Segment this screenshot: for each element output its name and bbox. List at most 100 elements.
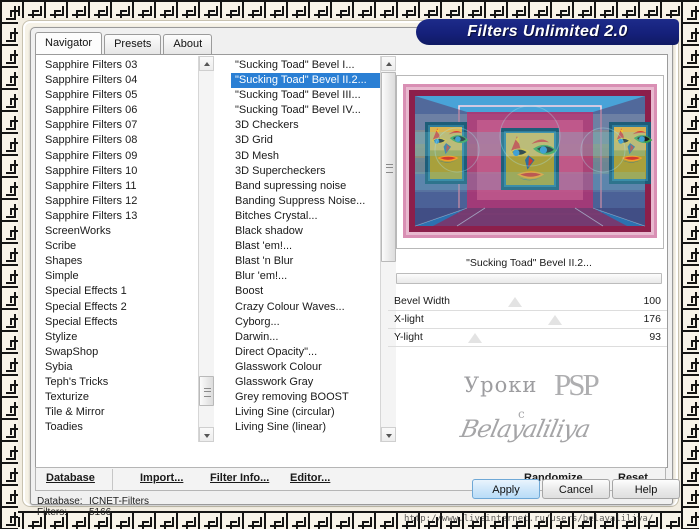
filter-list-scrollbar[interactable] bbox=[380, 56, 396, 442]
greek-key-unit bbox=[484, 0, 506, 18]
tab-presets[interactable]: Presets bbox=[104, 34, 162, 54]
category-list-item[interactable]: Simple bbox=[45, 269, 205, 284]
parameter-sliders[interactable]: Bevel Width 100 X-light 176 Y-light 93 bbox=[388, 293, 667, 347]
greek-key-unit bbox=[0, 154, 18, 176]
parameter-slider-row[interactable]: Y-light 93 bbox=[388, 329, 667, 347]
tab-about[interactable]: About bbox=[163, 34, 213, 54]
filter-list-item[interactable]: Blast 'em!... bbox=[231, 239, 381, 254]
greek-key-unit bbox=[506, 0, 528, 18]
database-button[interactable]: Database bbox=[46, 472, 95, 484]
category-list-item[interactable]: Sapphire Filters 04 bbox=[45, 73, 205, 88]
category-list-item[interactable]: Teph's Tricks bbox=[45, 375, 205, 390]
main-panel: Sapphire Filters 03 Sapphire Filters 04 Sa… bbox=[35, 55, 668, 491]
scrollbar-thumb[interactable] bbox=[397, 274, 661, 283]
scrollbar-thumb[interactable] bbox=[199, 376, 214, 406]
category-list-item[interactable]: ScreenWorks bbox=[45, 224, 205, 239]
filter-list-item[interactable]: Blast 'n Blur bbox=[231, 254, 381, 269]
filter-list-item[interactable]: Blur 'em!... bbox=[231, 269, 381, 284]
category-list-item[interactable]: Texturize bbox=[45, 390, 205, 405]
watermark-psp: PSP bbox=[554, 367, 600, 402]
category-list-item[interactable]: Sybia bbox=[45, 360, 205, 375]
category-list-item[interactable]: Sapphire Filters 06 bbox=[45, 103, 205, 118]
filter-list-item[interactable]: Direct Opacity"... bbox=[231, 345, 381, 360]
slider-handle[interactable] bbox=[508, 297, 522, 307]
filter-list-item[interactable]: Darwin... bbox=[231, 330, 381, 345]
filter-list-item[interactable]: 3D Supercheckers bbox=[231, 164, 381, 179]
filter-list-item[interactable]: Band supressing noise bbox=[231, 179, 381, 194]
filter-info-label: Filter Info... bbox=[210, 472, 270, 484]
slider-handle[interactable] bbox=[548, 315, 562, 325]
filter-list-item[interactable]: Crazy Colour Waves... bbox=[231, 300, 381, 315]
category-list-item[interactable]: Sapphire Filters 12 bbox=[45, 194, 205, 209]
category-list-item[interactable]: Sapphire Filters 09 bbox=[45, 149, 205, 164]
category-list-item[interactable]: Stylize bbox=[45, 330, 205, 345]
greek-key-unit bbox=[681, 242, 699, 264]
category-list-item[interactable]: Toadies bbox=[45, 420, 205, 435]
filter-list-item[interactable]: "Sucking Toad" Bevel IV... bbox=[231, 103, 381, 118]
scroll-down-button[interactable] bbox=[381, 427, 396, 442]
import-button[interactable]: Import... bbox=[140, 472, 183, 484]
editor-label: Editor... bbox=[290, 472, 331, 484]
filter-list-item[interactable]: Living Sine (linear) bbox=[231, 420, 381, 435]
scroll-up-button[interactable] bbox=[381, 56, 396, 71]
filter-info-button[interactable]: Filter Info... bbox=[210, 472, 269, 484]
cancel-button[interactable]: Cancel bbox=[542, 479, 610, 499]
category-list-item[interactable]: Scribe bbox=[45, 239, 205, 254]
filter-list-item[interactable]: Boost bbox=[231, 284, 381, 299]
category-list-item[interactable]: Special Effects bbox=[45, 315, 205, 330]
watermark: Уроки PSP с Belayaliliya bbox=[456, 367, 686, 468]
filter-list-item[interactable]: Black shadow bbox=[231, 224, 381, 239]
category-list-item[interactable]: Sapphire Filters 10 bbox=[45, 164, 205, 179]
filter-list-item[interactable]: 3D Mesh bbox=[231, 149, 381, 164]
filter-list-item[interactable]: "Sucking Toad" Bevel II.2... bbox=[231, 73, 381, 89]
greek-key-unit bbox=[550, 0, 572, 18]
tab-navigator[interactable]: Navigator bbox=[35, 32, 103, 54]
category-list[interactable]: Sapphire Filters 03 Sapphire Filters 04 Sa… bbox=[37, 56, 205, 444]
filter-list-item[interactable]: Living Sine (circular) bbox=[231, 405, 381, 420]
preview-artwork bbox=[397, 76, 663, 248]
help-button[interactable]: Help bbox=[612, 479, 680, 499]
filter-list-item[interactable]: 3D Checkers bbox=[231, 118, 381, 133]
scroll-up-button[interactable] bbox=[199, 56, 214, 71]
filter-list-item[interactable]: 3D Grid bbox=[231, 133, 381, 148]
greek-key-unit bbox=[330, 511, 352, 529]
greek-key-unit bbox=[638, 0, 660, 18]
filter-list-item[interactable]: Bitches Crystal... bbox=[231, 209, 381, 224]
filter-preview-image[interactable] bbox=[396, 75, 664, 249]
category-list-item[interactable]: SwapShop bbox=[45, 345, 205, 360]
scroll-down-button[interactable] bbox=[199, 427, 214, 442]
category-list-item[interactable]: Sapphire Filters 11 bbox=[45, 179, 205, 194]
category-list-item[interactable]: Special Effects 1 bbox=[45, 284, 205, 299]
filter-list-item[interactable]: Glasswork Gray bbox=[231, 375, 381, 390]
greek-key-unit bbox=[681, 418, 699, 440]
filter-list-item[interactable]: Cyborg... bbox=[231, 315, 381, 330]
greek-key-unit bbox=[308, 511, 330, 529]
filter-list-item[interactable]: "Sucking Toad" Bevel I... bbox=[231, 58, 381, 73]
scrollbar-thumb[interactable] bbox=[381, 72, 396, 262]
category-list-item[interactable]: Special Effects 2 bbox=[45, 300, 205, 315]
slider-handle[interactable] bbox=[468, 333, 482, 343]
apply-button[interactable]: Apply bbox=[472, 479, 540, 499]
filter-list-item[interactable]: Grey removing BOOST bbox=[231, 390, 381, 405]
category-list-item[interactable]: Tile & Mirror bbox=[45, 405, 205, 420]
filter-list-item[interactable]: Glasswork Colour bbox=[231, 360, 381, 375]
filter-list[interactable]: "Sucking Toad" Bevel I... "Sucking Toad" … bbox=[229, 56, 381, 444]
preview-scroll-bar[interactable] bbox=[396, 273, 662, 284]
greek-key-unit bbox=[0, 22, 18, 44]
editor-button[interactable]: Editor... bbox=[290, 472, 330, 484]
category-list-scrollbar[interactable] bbox=[198, 56, 214, 442]
category-list-item[interactable]: Sapphire Filters 13 bbox=[45, 209, 205, 224]
category-list-item[interactable]: Sapphire Filters 07 bbox=[45, 118, 205, 133]
parameter-slider-row[interactable]: Bevel Width 100 bbox=[388, 293, 667, 311]
category-list-item[interactable]: Sapphire Filters 03 bbox=[45, 58, 205, 73]
watermark-signature: Belayaliliya bbox=[458, 415, 593, 443]
slider-value: 100 bbox=[643, 295, 661, 307]
greek-key-unit bbox=[220, 511, 242, 529]
filter-list-item[interactable]: "Sucking Toad" Bevel III... bbox=[231, 88, 381, 103]
filter-list-item[interactable]: Banding Suppress Noise... bbox=[231, 194, 381, 209]
category-list-item[interactable]: Shapes bbox=[45, 254, 205, 269]
category-list-item[interactable]: Sapphire Filters 05 bbox=[45, 88, 205, 103]
category-list-item[interactable]: Sapphire Filters 08 bbox=[45, 133, 205, 148]
greek-key-unit bbox=[110, 0, 132, 18]
parameter-slider-row[interactable]: X-light 176 bbox=[388, 311, 667, 329]
